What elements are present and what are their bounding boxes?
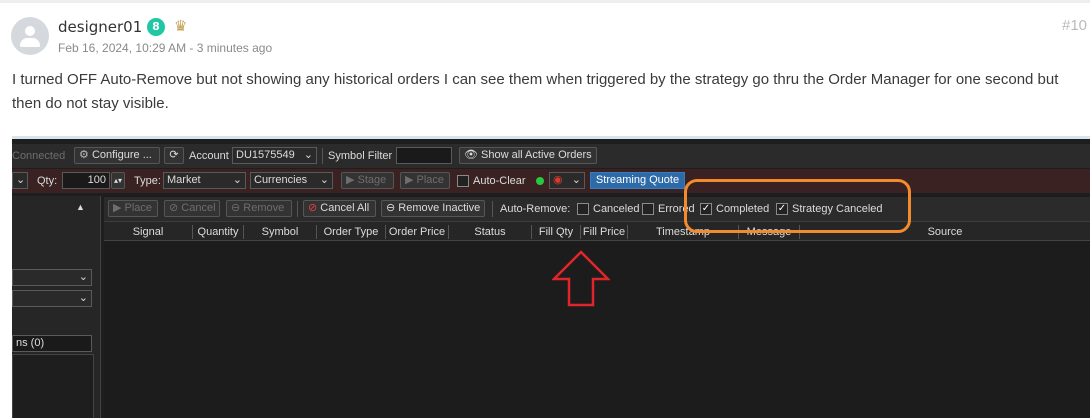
remove-inactive-button[interactable]: ⊖ Remove Inactive — [381, 200, 485, 217]
stage-label: Stage — [357, 174, 387, 186]
canceled-label: Canceled — [593, 203, 640, 215]
order-type-select[interactable]: Market ⌄ — [163, 172, 246, 189]
show-all-label: Show all Active Orders — [481, 149, 592, 161]
left-select-2[interactable]: ⌄ — [12, 290, 92, 307]
account-label: Account — [189, 150, 229, 162]
cancel-all-label: Cancel All — [320, 202, 370, 214]
embedded-screenshot: Connected ⚙ Configure ... ⟳ Account DU15… — [12, 136, 1090, 418]
remove-icon: ⊖ — [386, 202, 396, 214]
configure-label: Configure ... — [91, 149, 152, 161]
symbol-filter-label: Symbol Filter — [328, 150, 393, 162]
cancel-icon: ⊘ — [308, 202, 318, 214]
column-header-status[interactable]: Status — [449, 225, 532, 239]
highlight-box-annotation — [684, 179, 911, 233]
status-dot — [536, 177, 544, 185]
badge-count: 8 — [147, 18, 165, 36]
cancel-button[interactable]: ⊘ Cancel — [164, 200, 220, 217]
post-number-link[interactable]: #10 — [1062, 17, 1087, 34]
flag-icon: ◉ — [553, 174, 563, 186]
username-link[interactable]: designer01 — [58, 18, 142, 36]
divider — [492, 201, 493, 217]
column-header-order-price[interactable]: Order Price — [386, 225, 449, 239]
toolbar-connection: Connected ⚙ Configure ... ⟳ Account DU15… — [12, 144, 1090, 168]
qty-label: Qty: — [37, 175, 58, 187]
streaming-quote-button[interactable]: Streaming Quote — [590, 172, 685, 189]
chevron-down-icon: ⌄ — [319, 174, 329, 186]
remove-icon: ⊖ — [231, 202, 241, 214]
chevron-down-icon: ⌄ — [78, 271, 88, 283]
play-icon: ▶ — [405, 174, 414, 186]
remove-button[interactable]: ⊖ Remove — [226, 200, 292, 217]
connection-status: Connected — [12, 150, 66, 162]
chevron-down-icon[interactable]: ⌄ — [12, 172, 28, 189]
chevron-down-icon: ⌄ — [78, 292, 88, 304]
left-panel: ▲ ⌄ ⌄ ns (0) — [12, 196, 101, 418]
remove-label: Remove — [243, 202, 285, 214]
left-select-1[interactable]: ⌄ — [12, 269, 92, 286]
canceled-checkbox[interactable] — [577, 203, 589, 215]
remove-inactive-label: Remove Inactive — [398, 202, 481, 214]
eye-icon: 👁 — [464, 149, 478, 161]
toolbar-order-entry: ⌄ Qty: 100 ▴▾ Type: Market ⌄ Currencies … — [12, 169, 1090, 193]
order-type-value: Market — [167, 174, 201, 186]
avatar-body — [20, 38, 40, 47]
left-list-item[interactable]: ns (0) — [12, 335, 92, 352]
place-button[interactable]: ▶ Place — [108, 200, 158, 217]
auto-clear-label: Auto-Clear — [473, 175, 526, 187]
avatar[interactable] — [11, 17, 49, 55]
qty-input[interactable]: 100 — [62, 172, 110, 189]
currencies-select[interactable]: Currencies ⌄ — [250, 172, 333, 189]
refresh-icon[interactable]: ⟳ — [164, 147, 184, 164]
errored-checkbox[interactable] — [642, 203, 654, 215]
column-header-fill-price[interactable]: Fill Price — [581, 225, 628, 239]
place-label: Place — [416, 174, 445, 186]
divider — [297, 201, 298, 217]
configure-button[interactable]: ⚙ Configure ... — [74, 147, 160, 164]
flag-select[interactable]: ◉ ⌄ — [549, 172, 585, 189]
red-arrow-annotation — [552, 250, 610, 307]
column-header-symbol[interactable]: Symbol — [244, 225, 317, 239]
play-icon: ▶ — [113, 202, 122, 214]
stage-button[interactable]: ▶ Stage — [341, 172, 394, 189]
chevron-down-icon: ⌄ — [232, 174, 242, 186]
play-icon: ▶ — [346, 174, 355, 186]
chevron-down-icon: ⌄ — [571, 174, 581, 186]
gear-icon: ⚙ — [79, 149, 89, 161]
column-header-fill-qty[interactable]: Fill Qty — [532, 225, 581, 239]
post-timestamp: Feb 16, 2024, 10:29 AM - 3 minutes ago — [58, 41, 273, 55]
type-label: Type: — [134, 175, 161, 187]
avatar-head — [25, 26, 35, 36]
cancel-icon: ⊘ — [169, 202, 179, 214]
account-select[interactable]: DU1575549 ⌄ — [232, 147, 317, 164]
toolbar-orders: ▶ Place ⊘ Cancel ⊖ Remove ⊘ Cancel All ⊖… — [104, 197, 1090, 222]
divider — [322, 148, 323, 164]
left-list-box — [12, 354, 94, 418]
cancel-all-button[interactable]: ⊘ Cancel All — [303, 200, 376, 217]
crown-icon: ♛ — [174, 17, 188, 35]
column-header-order-type[interactable]: Order Type — [317, 225, 386, 239]
chevron-down-icon: ⌄ — [303, 149, 313, 161]
symbol-filter-input[interactable] — [396, 147, 452, 164]
currencies-value: Currencies — [254, 174, 308, 186]
cancel-label: Cancel — [181, 202, 216, 214]
collapse-icon[interactable]: ▲ — [76, 202, 85, 212]
top-divider — [0, 0, 1090, 3]
qty-stepper[interactable]: ▴▾ — [111, 172, 125, 189]
place-label: Place — [124, 202, 153, 214]
auto-clear-checkbox[interactable] — [457, 175, 469, 187]
column-header-quantity[interactable]: Quantity — [193, 225, 244, 239]
place-button[interactable]: ▶ Place — [400, 172, 450, 189]
show-all-active-orders-button[interactable]: 👁 Show all Active Orders — [459, 147, 597, 164]
post-body-text: I turned OFF Auto-Remove but not showing… — [12, 71, 1059, 112]
auto-remove-label: Auto-Remove: — [500, 203, 571, 215]
column-header-signal[interactable]: Signal — [104, 225, 193, 239]
account-value: DU1575549 — [236, 149, 295, 161]
